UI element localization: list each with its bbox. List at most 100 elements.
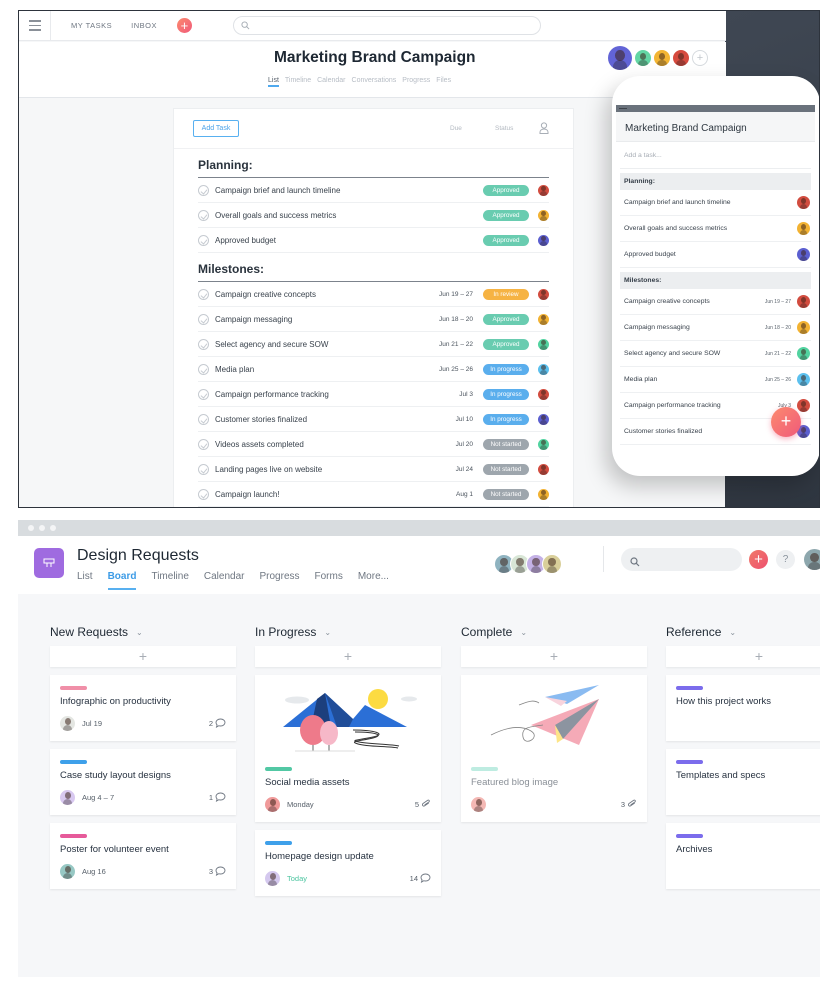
search-input[interactable] [232, 16, 541, 35]
assignee-avatar[interactable] [538, 234, 549, 246]
task-row[interactable]: Customer stories finalized Jul 10 In progr… [198, 407, 549, 432]
assignee-avatar[interactable] [538, 313, 549, 325]
comment-count[interactable]: 3 [209, 866, 226, 876]
assignee-avatar[interactable] [797, 347, 810, 360]
status-badge[interactable]: Not started [483, 438, 529, 450]
status-badge[interactable]: In review [483, 288, 529, 300]
mobile-task-row[interactable]: Campaign messaging Jun 18 – 20 [620, 315, 811, 341]
column-header[interactable]: Complete ⌄ [461, 622, 647, 642]
mobile-task-row[interactable]: Campaign brief and launch timeline [620, 190, 811, 216]
board-card[interactable]: Homepage design update Today 14 [255, 830, 441, 896]
complete-checkbox-icon[interactable] [198, 184, 209, 196]
complete-checkbox-icon[interactable] [198, 413, 209, 425]
tab-calendar[interactable]: Calendar [204, 571, 245, 590]
member-avatar[interactable] [542, 554, 562, 574]
assignee-avatar[interactable] [265, 796, 280, 812]
board-card[interactable]: Social media assets Monday 5 [255, 675, 441, 822]
attachment-count[interactable]: 3 [621, 799, 637, 809]
member-avatar[interactable] [608, 46, 632, 70]
task-row[interactable]: Campaign messaging Jun 18 – 20 Approved [198, 307, 549, 332]
status-badge[interactable]: Approved [483, 209, 529, 221]
task-row[interactable]: Overall goals and success metrics Approve… [198, 203, 549, 228]
tab-progress[interactable]: Progress [259, 571, 299, 590]
hamburger-menu-icon[interactable] [19, 11, 51, 41]
assignee-avatar[interactable] [538, 288, 549, 300]
assignee-avatar[interactable] [538, 209, 549, 221]
help-button[interactable]: ? [776, 550, 795, 569]
tab-files[interactable]: Files [436, 77, 451, 87]
status-badge[interactable]: Not started [483, 488, 529, 500]
assignee-avatar[interactable] [797, 196, 810, 209]
board-card[interactable]: Archives [666, 823, 820, 889]
complete-checkbox-icon[interactable] [198, 438, 209, 450]
column-header-status[interactable]: Status [495, 125, 513, 132]
assignee-avatar[interactable] [797, 321, 810, 334]
tab-list[interactable]: List [77, 571, 93, 590]
assignee-avatar[interactable] [797, 373, 810, 386]
tab-progress[interactable]: Progress [402, 77, 430, 87]
assignee-avatar[interactable] [471, 796, 486, 812]
board-card[interactable]: Infographic on productivity Jul 19 2 [50, 675, 236, 741]
assignee-avatar[interactable] [538, 413, 549, 425]
tab-forms[interactable]: Forms [315, 571, 343, 590]
task-row[interactable]: Campaign performance tracking Jul 3 In pro… [198, 382, 549, 407]
current-user-avatar[interactable] [804, 549, 820, 570]
assignee-avatar[interactable] [538, 438, 549, 450]
nav-inbox[interactable]: INBOX [131, 21, 157, 30]
status-badge[interactable]: In progress [483, 388, 529, 400]
assignee-avatar[interactable] [538, 388, 549, 400]
add-task-button[interactable]: Add Task [193, 120, 239, 137]
tab-more[interactable]: More... [358, 571, 389, 590]
complete-checkbox-icon[interactable] [198, 234, 209, 246]
assignee-icon[interactable] [539, 122, 549, 134]
mobile-task-row[interactable]: Approved budget [620, 242, 811, 268]
mobile-add-button[interactable]: + [771, 407, 801, 437]
tab-conversations[interactable]: Conversations [352, 77, 397, 87]
status-badge[interactable]: Approved [483, 184, 529, 196]
assignee-avatar[interactable] [538, 184, 549, 196]
board-card[interactable]: How this project works [666, 675, 820, 741]
status-badge[interactable]: Not started [483, 463, 529, 475]
column-header[interactable]: In Progress ⌄ [255, 622, 441, 642]
assignee-avatar[interactable] [797, 248, 810, 261]
tab-timeline[interactable]: Timeline [151, 571, 188, 590]
assignee-avatar[interactable] [265, 870, 280, 886]
member-avatar[interactable] [654, 50, 670, 66]
assignee-avatar[interactable] [60, 789, 75, 805]
mobile-task-row[interactable]: Campaign creative concepts Jun 19 – 27 [620, 289, 811, 315]
board-card[interactable]: Featured blog image 3 [461, 675, 647, 822]
chevron-down-icon[interactable]: ⌄ [729, 628, 736, 637]
comment-count[interactable]: 2 [209, 718, 226, 728]
complete-checkbox-icon[interactable] [198, 488, 209, 500]
add-card-button[interactable]: + [255, 646, 441, 667]
member-avatar[interactable] [673, 50, 689, 66]
task-row[interactable]: Campaign launch! Aug 1 Not started [198, 482, 549, 507]
column-header[interactable]: Reference ⌄ [666, 622, 820, 642]
board-search-input[interactable] [621, 548, 742, 571]
comment-count[interactable]: 1 [209, 792, 226, 802]
complete-checkbox-icon[interactable] [198, 338, 209, 350]
add-card-button[interactable]: + [461, 646, 647, 667]
add-card-button[interactable]: + [50, 646, 236, 667]
task-row[interactable]: Videos assets completed Jul 20 Not started [198, 432, 549, 457]
quick-add-button[interactable]: + [176, 18, 192, 33]
status-badge[interactable]: In progress [483, 413, 529, 425]
column-header-due[interactable]: Due [450, 125, 462, 132]
chevron-down-icon[interactable]: ⌄ [324, 628, 331, 637]
attachment-count[interactable]: 5 [415, 799, 431, 809]
status-badge[interactable]: In progress [483, 363, 529, 375]
tab-calendar[interactable]: Calendar [317, 77, 345, 87]
board-card[interactable]: Templates and specs [666, 749, 820, 815]
add-member-icon[interactable]: + [692, 50, 708, 66]
assignee-avatar[interactable] [797, 399, 810, 412]
add-card-button[interactable]: + [666, 646, 820, 667]
tab-timeline[interactable]: Timeline [285, 77, 311, 87]
assignee-avatar[interactable] [60, 715, 75, 731]
column-header[interactable]: New Requests ⌄ [50, 622, 236, 642]
nav-my-tasks[interactable]: MY TASKS [71, 21, 112, 30]
complete-checkbox-icon[interactable] [198, 363, 209, 375]
comment-count[interactable]: 14 [410, 873, 431, 883]
mobile-task-row[interactable]: Overall goals and success metrics [620, 216, 811, 242]
quick-add-button[interactable]: + [749, 550, 768, 569]
complete-checkbox-icon[interactable] [198, 313, 209, 325]
